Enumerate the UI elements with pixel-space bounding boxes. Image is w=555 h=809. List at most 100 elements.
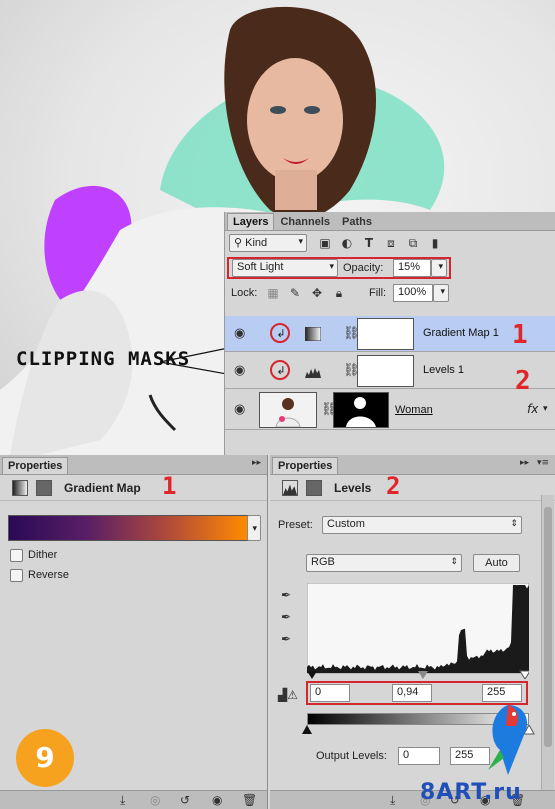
- reset-icon[interactable]: ↺: [180, 793, 190, 807]
- chevron-updown-icon: ⇕: [510, 518, 518, 528]
- properties-tabbar: Properties ▸▸ ▾≡: [270, 455, 555, 475]
- output-levels-label: Output Levels:: [316, 750, 387, 762]
- dither-checkbox[interactable]: [10, 549, 23, 562]
- layer-thumbnail[interactable]: [259, 392, 317, 428]
- reverse-checkbox[interactable]: [10, 569, 23, 582]
- output-black-field[interactable]: 0: [398, 747, 440, 765]
- gradient-preview[interactable]: [8, 515, 248, 541]
- mask-icon[interactable]: [306, 480, 322, 496]
- shape-filter-icon[interactable]: ⧈: [383, 235, 399, 251]
- lock-position-icon[interactable]: ✥: [309, 285, 325, 301]
- tab-paths[interactable]: Paths: [336, 213, 378, 230]
- clipping-arrow-icon: ↲: [276, 327, 286, 340]
- lock-label: Lock:: [231, 287, 258, 299]
- smart-object-filter-icon[interactable]: ⧉: [405, 235, 421, 251]
- tab-layers[interactable]: Layers: [227, 213, 275, 230]
- screenshot-root: { "annotations": { "clipping_masks_label…: [0, 0, 555, 809]
- channel-select[interactable]: RGB ⇕: [306, 554, 462, 572]
- lock-row: Lock: ▦ ✎ ✥ 🔒︎ Fill: 100% ▾: [225, 281, 555, 307]
- view-previous-icon[interactable]: ◎: [150, 793, 160, 807]
- opacity-input[interactable]: 15%: [393, 259, 431, 277]
- properties-footer: ⤓ ◎ ↺ ◉ 🗑︎: [0, 790, 267, 809]
- lock-pixels-icon[interactable]: ✎: [287, 285, 303, 301]
- eyedropper-white-icon[interactable]: ✒: [278, 631, 294, 647]
- preset-label: Preset:: [278, 519, 313, 531]
- fill-input[interactable]: 100%: [393, 284, 433, 302]
- gradient-map-icon: [305, 327, 321, 341]
- dither-label: Dither: [28, 549, 58, 561]
- properties-title: Levels: [334, 481, 372, 495]
- eye-icon[interactable]: ◉: [234, 402, 245, 417]
- parrot-logo: [488, 705, 528, 775]
- tab-properties[interactable]: Properties: [2, 457, 69, 474]
- opacity-dropdown[interactable]: ▾: [431, 259, 447, 277]
- auto-button[interactable]: Auto: [473, 554, 520, 572]
- eye-icon[interactable]: ◉: [234, 363, 245, 378]
- layer-mask-thumbnail[interactable]: [357, 355, 414, 387]
- type-filter-icon[interactable]: T: [361, 235, 377, 251]
- blend-mode-value: Soft Light: [237, 261, 284, 273]
- eye-icon[interactable]: ◉: [234, 326, 245, 341]
- properties-tabbar: Properties ▸▸: [0, 455, 267, 475]
- blend-mode-select[interactable]: Soft Light ▾: [232, 259, 338, 277]
- mask-icon[interactable]: [36, 480, 52, 496]
- scrollbar-thumb[interactable]: [544, 507, 552, 747]
- clip-to-layer-icon[interactable]: ⤓: [120, 793, 125, 808]
- layer-row-levels[interactable]: ◉ ↲ ⛓ Levels 1: [225, 353, 555, 389]
- panel-menu-icon[interactable]: ▾≡: [537, 458, 549, 468]
- filter-row: ⚲ Kind ▾ ▣ ◐ T ⧈ ⧉ ▮: [225, 231, 555, 255]
- histogram: [307, 583, 529, 679]
- layer-name[interactable]: Woman: [395, 404, 433, 416]
- trash-icon[interactable]: 🗑︎: [242, 793, 257, 807]
- filter-toggle-icon[interactable]: ▮: [427, 235, 443, 251]
- image-filter-icon[interactable]: ▣: [317, 235, 333, 251]
- annotation-number-1: 1: [512, 320, 528, 350]
- gradient-map-icon: [12, 480, 28, 496]
- input-gamma-field[interactable]: 0,94: [392, 684, 432, 702]
- clip-warning-icon[interactable]: ▟⚠: [276, 687, 300, 703]
- layer-name[interactable]: Gradient Map 1: [423, 327, 499, 339]
- clip-to-layer-icon[interactable]: ⤓: [390, 793, 395, 808]
- chevron-down-icon: ▾: [438, 261, 443, 271]
- blend-row: Soft Light ▾ Opacity: 15% ▾: [225, 255, 555, 281]
- watermark-logo: 8ART.ru: [420, 780, 522, 805]
- gradient-dropdown[interactable]: ▾: [247, 515, 261, 541]
- lock-all-icon[interactable]: 🔒︎: [331, 285, 347, 301]
- layer-name[interactable]: Levels 1: [423, 364, 464, 376]
- chevron-updown-icon: ⇕: [450, 556, 458, 566]
- woman-mask-thumbnail[interactable]: [333, 392, 389, 428]
- layer-mask-thumbnail[interactable]: [357, 318, 414, 350]
- properties-title: Gradient Map: [64, 481, 141, 495]
- clipping-masks-annotation: CLIPPING MASKS: [16, 348, 191, 370]
- opacity-label: Opacity:: [343, 262, 384, 274]
- eyedropper-black-icon[interactable]: ✒: [278, 587, 294, 603]
- annotation-number-1: 1: [162, 472, 177, 500]
- panel-collapse-icon[interactable]: ▸▸: [520, 458, 529, 468]
- panel-collapse-icon[interactable]: ▸▸: [252, 458, 261, 468]
- properties-scrollbar[interactable]: [541, 495, 554, 790]
- eyedropper-gray-icon[interactable]: ✒: [278, 609, 294, 625]
- layer-row-gradient-map[interactable]: ◉ ↲ ⛓ Gradient Map 1: [225, 316, 555, 352]
- fx-label[interactable]: fx: [527, 402, 538, 416]
- layers-panel: Layers Channels Paths ⚲ Kind ▾ ▣ ◐ T ⧈ ⧉…: [224, 212, 555, 455]
- mask-silhouette: [346, 397, 376, 427]
- visibility-icon[interactable]: ◉: [212, 793, 222, 807]
- layer-row-woman[interactable]: ◉ ⛓ Woman fx ▾: [225, 390, 555, 430]
- lock-transparency-icon[interactable]: ▦: [265, 285, 281, 301]
- search-icon: ⚲: [234, 237, 243, 249]
- fill-dropdown[interactable]: ▾: [433, 284, 449, 302]
- chevron-down-icon[interactable]: ▾: [543, 404, 548, 414]
- woman-thumbnail-image: [275, 398, 301, 428]
- layers-tabbar: Layers Channels Paths: [225, 212, 555, 231]
- adjustment-filter-icon[interactable]: ◐: [339, 235, 355, 251]
- preset-select[interactable]: Custom ⇕: [322, 516, 522, 534]
- filter-kind-label: Kind: [245, 237, 268, 249]
- step-badge: 9: [16, 729, 74, 787]
- annotation-number-2: 2: [386, 472, 401, 500]
- levels-icon: [305, 368, 321, 378]
- input-black-field[interactable]: 0: [310, 684, 350, 702]
- tab-channels[interactable]: Channels: [274, 213, 336, 230]
- tab-properties[interactable]: Properties: [272, 457, 339, 474]
- filter-kind-select[interactable]: ⚲ Kind ▾: [229, 234, 307, 252]
- chevron-down-icon: ▾: [440, 286, 445, 296]
